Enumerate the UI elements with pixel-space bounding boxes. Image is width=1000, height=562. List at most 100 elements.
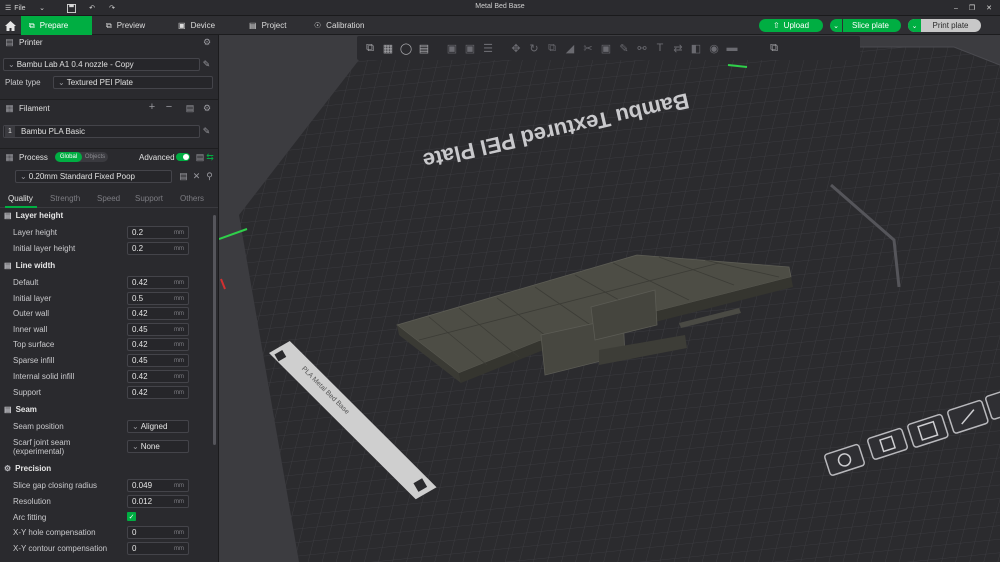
tab-others[interactable]: Others	[180, 194, 204, 203]
assembly-icon[interactable]: ◧	[687, 39, 705, 57]
initial-layer-line-width-input[interactable]: 0.5 mm	[127, 292, 189, 305]
filament-settings-gear-icon[interactable]: ⚙	[202, 103, 212, 113]
layer-height-group-title: Layer height	[15, 211, 64, 220]
close-preset-icon[interactable]: ✕	[192, 171, 201, 181]
precision-group-title: Precision	[15, 464, 52, 473]
process-list-icon[interactable]: ▤	[195, 152, 205, 162]
layer-height-input[interactable]: 0.2 mm	[127, 226, 189, 239]
view-menu-icon[interactable]: ⧉	[765, 39, 783, 57]
seam-group-header: ▤ Seam	[0, 403, 212, 416]
save-icon[interactable]	[64, 2, 78, 14]
process-tabs: Quality Strength Speed Support Others	[0, 192, 218, 208]
support-paint-icon[interactable]: ✎	[615, 39, 633, 57]
sparse-infill-line-width-input[interactable]: 0.45 mm	[127, 354, 189, 367]
scale-icon[interactable]: ⧉	[543, 39, 561, 57]
tab-strength[interactable]: Strength	[50, 194, 80, 203]
xy-hole-compensation-input[interactable]: 0 mm	[127, 526, 189, 539]
auto-orient-icon[interactable]: ◯	[397, 39, 415, 57]
chevron-down-icon[interactable]: ⌄	[37, 2, 47, 14]
print-plate-button[interactable]: ⌄ Print plate	[908, 19, 981, 32]
ams-sync-icon[interactable]: ▤	[185, 103, 195, 113]
arrange-icon[interactable]: ▤	[415, 39, 433, 57]
add-cube-icon[interactable]: ⧉	[361, 39, 379, 57]
settings-sidebar: ▤ Printer ⚙ ⌄ Bambu Lab A1 0.4 nozzle - …	[0, 35, 219, 562]
printer-section-header: ▤ Printer ⚙	[0, 35, 218, 49]
home-icon[interactable]	[0, 16, 21, 35]
search-icon[interactable]: ⚲	[205, 171, 214, 181]
inner-wall-line-width-input[interactable]: 0.45 mm	[127, 323, 189, 336]
seam-paint-icon[interactable]: ⚯	[633, 39, 651, 57]
layers-icon[interactable]: ☰	[479, 39, 497, 57]
tab-prepare[interactable]: ⧉ Prepare	[21, 16, 92, 35]
move-icon[interactable]: ✥	[507, 39, 525, 57]
initial-layer-height-input[interactable]: 0.2 mm	[127, 242, 189, 255]
unit-label: mm	[174, 342, 184, 348]
add-filament-icon[interactable]: +	[147, 101, 157, 113]
slice-gap-closing-radius-input[interactable]: 0.049 mm	[127, 479, 189, 492]
add-plate-icon[interactable]: ▦	[379, 39, 397, 57]
redo-icon[interactable]: ↷	[105, 2, 119, 14]
internal-solid-infill-line-width-input[interactable]: 0.42 mm	[127, 370, 189, 383]
plate-type-select[interactable]: ⌄ Textured PEI Plate	[53, 76, 213, 89]
save-preset-icon[interactable]: ▤	[179, 171, 188, 181]
tab-speed[interactable]: Speed	[97, 194, 120, 203]
tab-device[interactable]: ▣ Device	[170, 16, 223, 35]
tab-calibration[interactable]: ☉ Calibration	[306, 16, 372, 35]
seam-position-select[interactable]: ⌄ Aligned	[127, 420, 189, 433]
printer-edit-icon[interactable]: ✎	[202, 59, 211, 69]
text-emboss-icon[interactable]: T	[651, 39, 669, 57]
advanced-toggle[interactable]	[176, 153, 190, 161]
unit-label: mm	[174, 296, 184, 302]
sidebar-scrollbar[interactable]	[213, 215, 216, 445]
setting-label-sub: (experimental)	[13, 447, 65, 456]
remove-filament-icon[interactable]: −	[164, 101, 174, 113]
toggle-objects[interactable]: Objects	[83, 152, 107, 162]
support-line-width-input[interactable]: 0.42 mm	[127, 386, 189, 399]
printer-select[interactable]: ⌄ Bambu Lab A1 0.4 nozzle - Copy	[3, 58, 200, 71]
3d-viewport[interactable]: Bambu Textured PEI Plate PLA Metal Bed B…	[219, 35, 1000, 562]
file-menu[interactable]: ☰ File	[5, 2, 35, 14]
top-surface-line-width-input[interactable]: 0.42 mm	[127, 338, 189, 351]
resolution-input[interactable]: 0.012 mm	[127, 495, 189, 508]
minimize-icon[interactable]: –	[950, 2, 962, 14]
filament-select[interactable]: 1 Bambu PLA Basic	[3, 125, 200, 138]
lay-on-face-icon[interactable]: ◢	[561, 39, 579, 57]
tab-project[interactable]: ▤ Project	[241, 16, 294, 35]
setting-value: 0.42	[132, 309, 148, 318]
arc-fitting-checkbox[interactable]: ✓	[127, 512, 136, 521]
upload-button[interactable]: ⇧ Upload	[759, 19, 823, 32]
mesh-boolean-icon[interactable]: ▣	[597, 39, 615, 57]
color-paint-icon[interactable]: ◉	[705, 39, 723, 57]
setting-value: 0.42	[132, 388, 148, 397]
process-preset-select[interactable]: ⌄ 0.20mm Standard Fixed Poop	[15, 170, 172, 183]
measure-icon[interactable]: ⇄	[669, 39, 687, 57]
process-compare-icon[interactable]: ⇆	[205, 152, 215, 162]
printer-settings-gear-icon[interactable]: ⚙	[202, 37, 212, 47]
seam-group-title: Seam	[15, 405, 37, 414]
printer-name: Bambu Lab A1 0.4 nozzle - Copy	[16, 60, 134, 69]
cut-icon[interactable]: ✂	[579, 39, 597, 57]
tab-preview[interactable]: ⧉ Preview	[98, 16, 153, 35]
outer-wall-line-width-input[interactable]: 0.42 mm	[127, 307, 189, 320]
xy-contour-compensation-input[interactable]: 0 mm	[127, 542, 189, 555]
brim-ears-icon[interactable]: ▬	[723, 39, 741, 57]
undo-icon[interactable]: ↶	[85, 2, 99, 14]
rotate-icon[interactable]: ↻	[525, 39, 543, 57]
restore-icon[interactable]: ❐	[966, 2, 978, 14]
tab-support[interactable]: Support	[135, 194, 163, 203]
filament-edit-icon[interactable]: ✎	[202, 126, 211, 136]
default-line-width-input[interactable]: 0.42 mm	[127, 276, 189, 289]
scarf-joint-seam-select[interactable]: ⌄ None	[127, 440, 189, 453]
split-objects-icon[interactable]: ▣	[443, 39, 461, 57]
close-icon[interactable]: ✕	[983, 2, 995, 14]
filament-name: Bambu PLA Basic	[21, 127, 86, 136]
unit-label: mm	[174, 230, 184, 236]
global-objects-toggle[interactable]: Global Objects	[55, 152, 108, 162]
setting-label: Inner wall	[13, 325, 48, 334]
setting-row: Slice gap closing radius 0.049 mm	[0, 479, 212, 494]
split-parts-icon[interactable]: ▣	[461, 39, 479, 57]
calibration-icon: ☉	[314, 21, 322, 30]
tab-quality[interactable]: Quality	[8, 194, 33, 203]
slice-plate-button[interactable]: ⌄ Slice plate	[830, 19, 901, 32]
toggle-global[interactable]: Global	[55, 152, 82, 162]
